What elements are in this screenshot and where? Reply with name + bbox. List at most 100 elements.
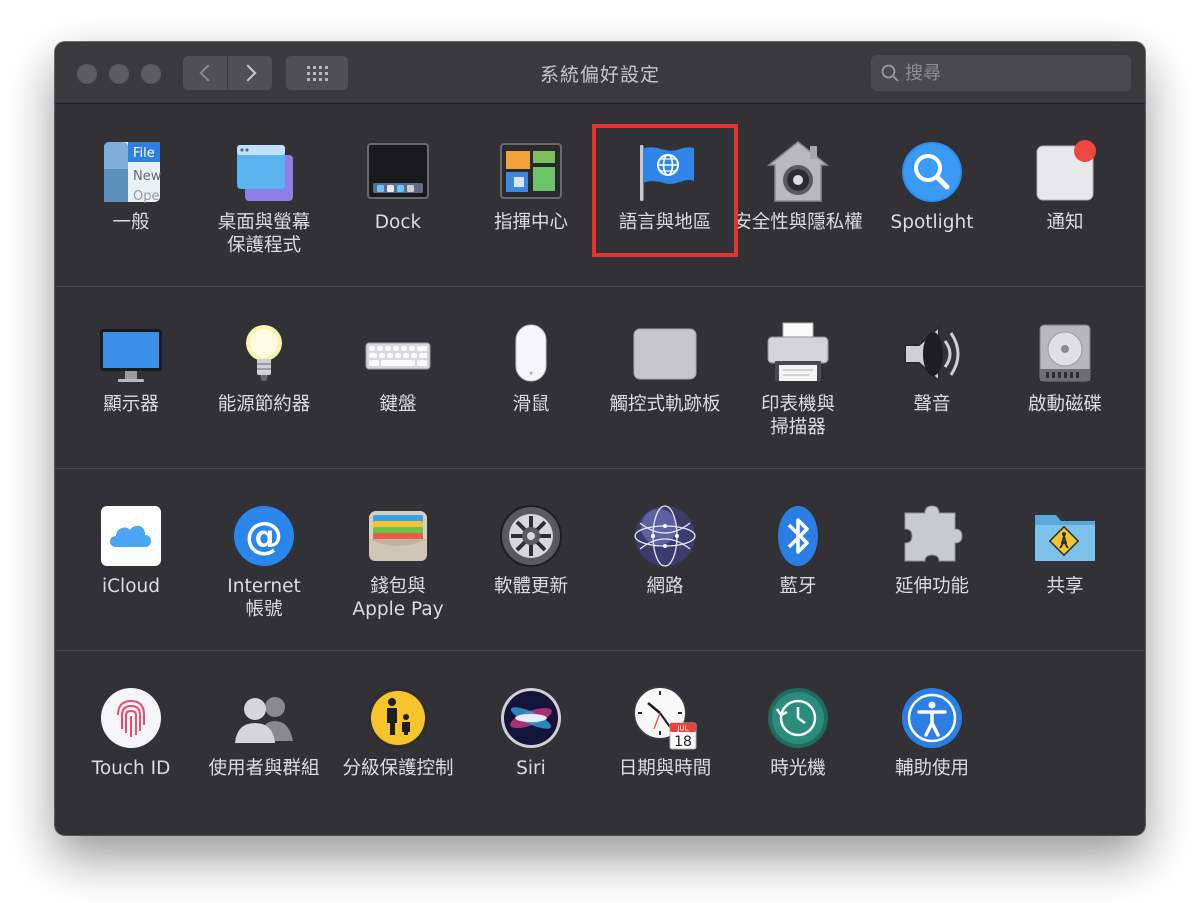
pane-label: 能源節約器 bbox=[217, 394, 311, 415]
search-icon bbox=[881, 64, 899, 82]
security-privacy-icon bbox=[766, 141, 830, 202]
pane-energy-saver[interactable]: 能源節約器 bbox=[199, 287, 329, 469]
pane-row-2: 顯示器 能源節約器 鍵盤 滑鼠 觸控式軌跡板 印表機與 掃描器 聲音 啟動磁碟 bbox=[55, 287, 1145, 469]
mouse-icon bbox=[515, 324, 547, 382]
notifications-icon bbox=[1036, 140, 1096, 201]
pane-software-update[interactable]: 軟體更新 bbox=[466, 469, 596, 651]
mission-control-icon bbox=[500, 143, 562, 199]
pane-label: 鍵盤 bbox=[379, 394, 417, 415]
trackpad-icon bbox=[633, 328, 697, 380]
pane-trackpad[interactable]: 觸控式軌跡板 bbox=[600, 287, 730, 469]
title-bar: 系統偏好設定 bbox=[55, 42, 1145, 104]
touch-id-icon bbox=[101, 688, 161, 748]
startup-disk-icon bbox=[1039, 324, 1091, 382]
pane-label: 軟體更新 bbox=[493, 576, 568, 597]
pane-parental-controls[interactable]: 分級保護控制 bbox=[333, 651, 463, 833]
extensions-icon bbox=[904, 505, 963, 562]
general-icon-text-3: Ope bbox=[133, 189, 159, 204]
pane-spotlight[interactable]: Spotlight bbox=[867, 105, 997, 287]
pane-row-4: Touch ID 使用者與群組 分級保護控制 Siri JUL 18 日期與時間… bbox=[55, 651, 1145, 833]
pane-label: 聲音 bbox=[913, 394, 951, 415]
wallet-applepay-icon bbox=[369, 511, 427, 561]
system-preferences-window: 系統偏好設定 File New Ope 一般 bbox=[55, 42, 1145, 835]
displays-icon bbox=[100, 329, 162, 382]
pane-label: 安全性與隱私權 bbox=[733, 212, 863, 233]
pane-users-groups[interactable]: 使用者與群組 bbox=[199, 651, 329, 833]
network-icon bbox=[634, 505, 696, 567]
pane-label: 顯示器 bbox=[103, 394, 159, 415]
pane-sharing[interactable]: 共享 bbox=[1000, 469, 1130, 651]
pane-siri[interactable]: Siri bbox=[466, 651, 596, 833]
pane-label: 錢包與 Apple Pay bbox=[352, 576, 444, 620]
pane-row-3: iCloud @ Internet 帳號 錢包與 Apple Pay 軟體更新 … bbox=[55, 469, 1145, 651]
pane-label: 網路 bbox=[646, 576, 684, 597]
sharing-icon bbox=[1035, 515, 1095, 561]
pane-security-privacy[interactable]: 安全性與隱私權 bbox=[733, 105, 863, 287]
calendar-month-text: JUL bbox=[676, 725, 688, 733]
pane-internet-accounts[interactable]: @ Internet 帳號 bbox=[199, 469, 329, 651]
pane-dock[interactable]: Dock bbox=[333, 105, 463, 287]
pane-label: 印表機與 掃描器 bbox=[760, 394, 835, 438]
pane-printers-scanners[interactable]: 印表機與 掃描器 bbox=[733, 287, 863, 469]
pane-accessibility[interactable]: 輔助使用 bbox=[867, 651, 997, 833]
general-icon-text-1: File bbox=[133, 146, 155, 161]
general-icon-text-2: New bbox=[133, 169, 162, 184]
pane-label: 時光機 bbox=[770, 758, 826, 779]
pane-mission-control[interactable]: 指揮中心 bbox=[466, 105, 596, 287]
energy-saver-icon bbox=[246, 325, 282, 381]
highlight-box bbox=[592, 124, 738, 257]
keyboard-icon bbox=[365, 342, 431, 370]
sound-icon bbox=[904, 324, 960, 384]
dock-icon bbox=[367, 143, 429, 199]
date-time-icon: JUL 18 bbox=[633, 686, 697, 750]
pane-displays[interactable]: 顯示器 bbox=[66, 287, 196, 469]
pane-label: Touch ID bbox=[91, 758, 171, 779]
pane-label: Dock bbox=[374, 212, 422, 233]
pane-label: 桌面與螢幕 保護程式 bbox=[217, 212, 311, 256]
calendar-day-text: 18 bbox=[674, 734, 692, 750]
pane-label: 一般 bbox=[112, 212, 150, 233]
pane-touch-id[interactable]: Touch ID bbox=[66, 651, 196, 833]
search-field[interactable] bbox=[871, 55, 1131, 91]
pane-label: 指揮中心 bbox=[493, 212, 568, 233]
pane-date-time[interactable]: JUL 18 日期與時間 bbox=[600, 651, 730, 833]
pane-label: 通知 bbox=[1046, 212, 1084, 233]
pane-label: 觸控式軌跡板 bbox=[609, 394, 721, 415]
svg-text:@: @ bbox=[245, 514, 283, 558]
pane-network[interactable]: 網路 bbox=[600, 469, 730, 651]
pane-icloud[interactable]: iCloud bbox=[66, 469, 196, 651]
desktop-screensaver-icon bbox=[237, 145, 293, 201]
search-input[interactable] bbox=[905, 62, 1105, 84]
pane-label: 分級保護控制 bbox=[342, 758, 454, 779]
pane-label: 啟動磁碟 bbox=[1027, 394, 1102, 415]
printers-scanners-icon bbox=[767, 322, 829, 381]
accessibility-icon bbox=[902, 688, 962, 748]
general-icon: File New Ope bbox=[104, 142, 162, 204]
pane-startup-disk[interactable]: 啟動磁碟 bbox=[1000, 287, 1130, 469]
pane-label: 日期與時間 bbox=[618, 758, 712, 779]
software-update-icon bbox=[500, 505, 562, 567]
pane-label: Internet 帳號 bbox=[227, 576, 301, 620]
icloud-icon bbox=[101, 506, 161, 566]
pane-mouse[interactable]: 滑鼠 bbox=[466, 287, 596, 469]
pane-desktop-screensaver[interactable]: 桌面與螢幕 保護程式 bbox=[199, 105, 329, 287]
pane-time-machine[interactable]: 時光機 bbox=[733, 651, 863, 833]
pane-label: Spotlight bbox=[890, 212, 974, 233]
pane-sound[interactable]: 聲音 bbox=[867, 287, 997, 469]
pane-wallet-applepay[interactable]: 錢包與 Apple Pay bbox=[333, 469, 463, 651]
pane-label: 滑鼠 bbox=[512, 394, 550, 415]
pane-label: 使用者與群組 bbox=[208, 758, 320, 779]
pane-label: 藍牙 bbox=[779, 576, 817, 597]
spotlight-icon bbox=[902, 142, 962, 202]
pane-keyboard[interactable]: 鍵盤 bbox=[333, 287, 463, 469]
internet-accounts-icon: @ bbox=[234, 506, 294, 566]
pane-extensions[interactable]: 延伸功能 bbox=[867, 469, 997, 651]
users-groups-icon bbox=[235, 697, 293, 743]
pane-label: iCloud bbox=[102, 576, 160, 597]
pane-notifications[interactable]: 通知 bbox=[1000, 105, 1130, 287]
pane-bluetooth[interactable]: 藍牙 bbox=[733, 469, 863, 651]
pane-label: 延伸功能 bbox=[894, 576, 969, 597]
pane-label: 共享 bbox=[1046, 576, 1084, 597]
pane-general[interactable]: File New Ope 一般 bbox=[66, 105, 196, 287]
siri-icon bbox=[501, 688, 561, 748]
